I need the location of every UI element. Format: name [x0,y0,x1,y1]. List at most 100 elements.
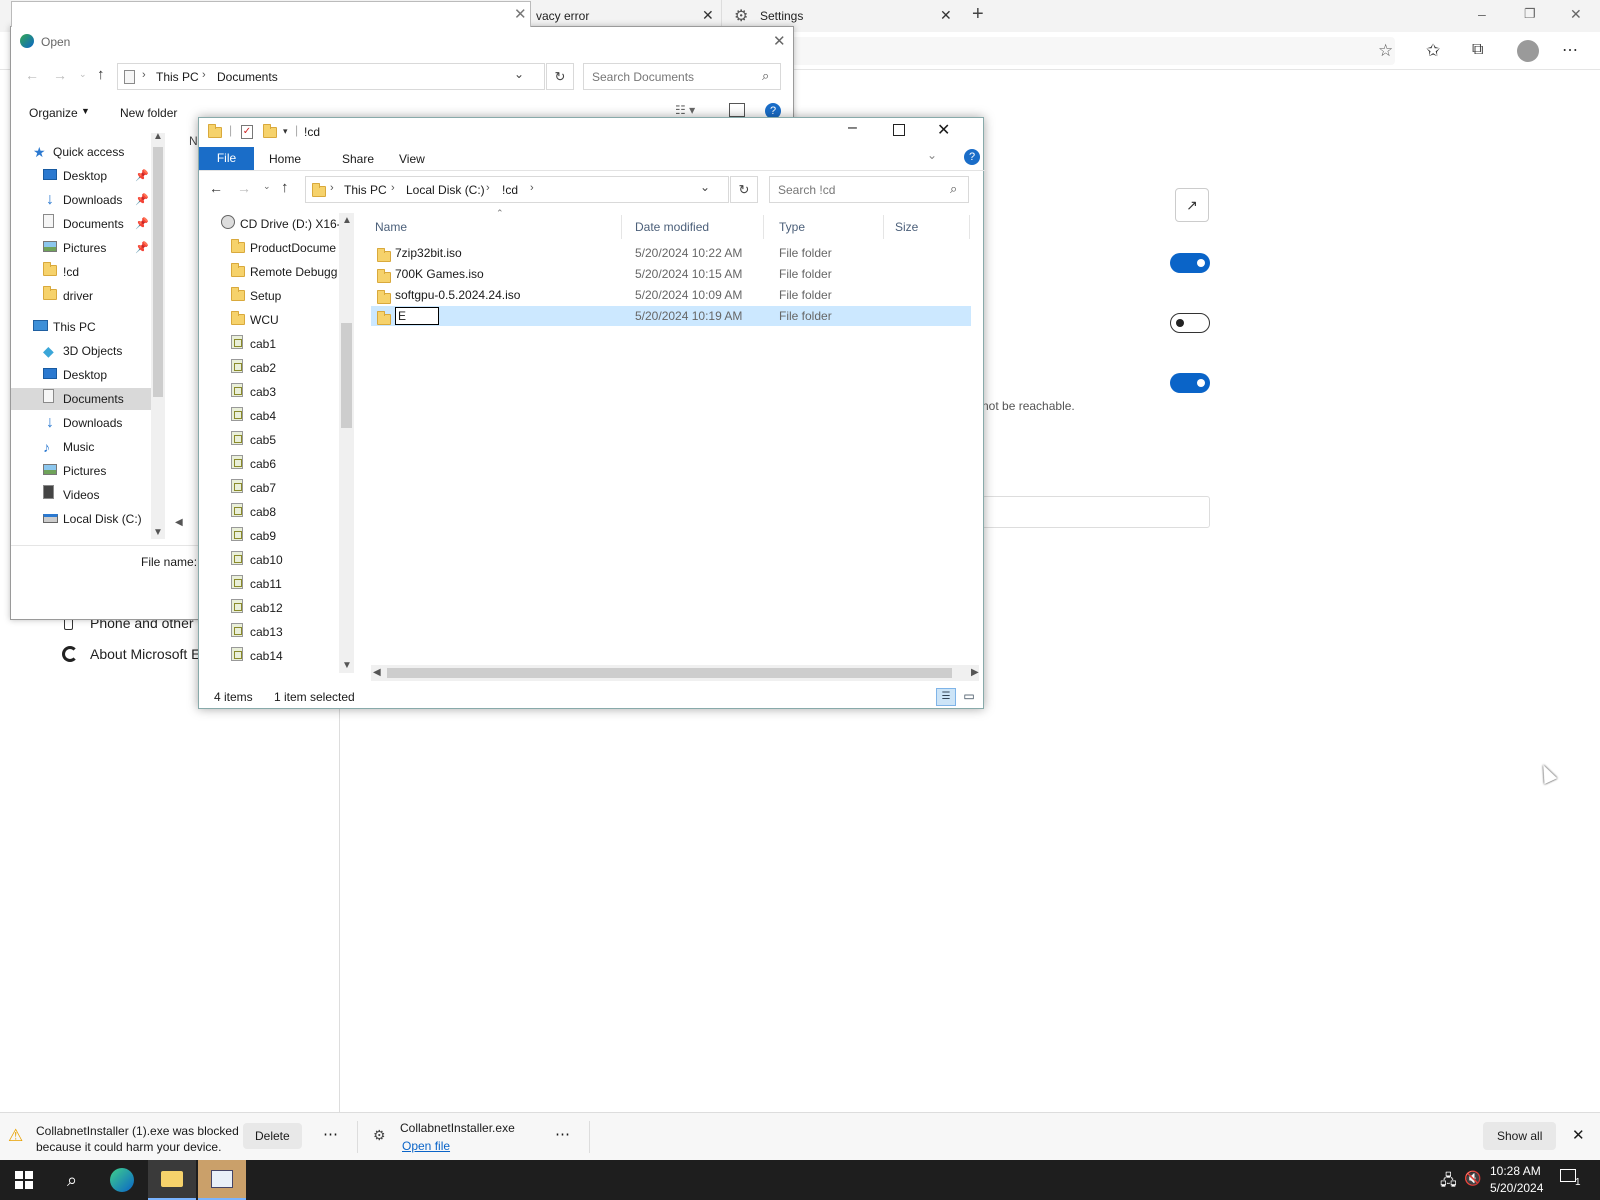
delete-download-button[interactable]: Delete [243,1123,302,1149]
file-row[interactable]: softgpu-0.5.2024.24.iso 5/20/2024 10:09 A… [371,285,971,305]
open-dialog-nav-scrollbar[interactable] [151,133,165,539]
explorer-refresh-button[interactable]: ↻ [730,176,758,203]
breadcrumb-this-pc[interactable]: This PC [344,183,387,197]
more-options-icon[interactable]: ⋯ [1562,40,1578,60]
address-dropdown-icon[interactable]: ⌄ [514,67,524,81]
control-panel-taskbar-button[interactable] [198,1160,246,1200]
column-header-name[interactable]: Name [375,220,407,234]
nav-item-documents[interactable]: Documents 📌 [11,213,151,235]
nav-item-3d-objects[interactable]: ◆ 3D Objects [11,340,151,362]
qat-dropdown-icon[interactable]: ▾ [283,126,288,137]
file-row[interactable]: 700K Games.iso 5/20/2024 10:15 AM File fol… [371,264,971,284]
explorer-maximize-button[interactable] [893,124,905,136]
file-row[interactable]: E 5/20/2024 10:19 AM File folder [371,306,971,326]
scrollbar-thumb[interactable] [387,668,952,678]
open-dialog-address-bar[interactable]: › This PC › Documents ⌄ [117,63,545,90]
tab-close-icon[interactable]: ✕ [702,7,714,24]
details-view-icon[interactable]: ☰ [936,688,956,706]
explorer-minimize-button[interactable]: – [848,119,857,137]
scroll-down-arrow-icon[interactable]: ▼ [153,527,163,538]
download-bar-close-icon[interactable]: ✕ [1572,1126,1585,1144]
toggle-switch-2[interactable] [1170,313,1210,333]
recent-chevron-icon[interactable]: ⌄ [79,69,87,80]
back-arrow-icon[interactable]: ← [209,180,223,196]
nav-item-desktop[interactable]: Desktop 📌 [11,165,151,187]
open-dialog-refresh-button[interactable]: ↻ [546,63,574,90]
nav-item-pictures[interactable]: Pictures [11,460,151,482]
tab-close-icon[interactable]: ✕ [940,7,952,24]
column-header-date[interactable]: Date modified [635,220,709,234]
ribbon-tab-share[interactable]: Share [342,152,374,166]
breadcrumb-documents[interactable]: Documents [217,70,278,84]
open-dialog-close-button[interactable]: ✕ [773,32,786,50]
ribbon-tab-view[interactable]: View [399,152,425,166]
nav-item-downloads[interactable]: ↓ Downloads [11,412,151,434]
notification-center-icon[interactable] [1560,1169,1576,1182]
nav-item-downloads[interactable]: ↓ Downloads 📌 [11,189,151,211]
rename-input[interactable]: E [395,307,439,325]
toggle-switch-3[interactable] [1170,373,1210,393]
large-icons-view-icon[interactable]: ▭ [960,688,978,706]
open-file-link[interactable]: Open file [402,1139,450,1153]
scroll-left-arrow-icon[interactable]: ◀ [175,517,183,528]
back-arrow-icon[interactable]: ← [25,67,39,83]
scroll-right-arrow-icon[interactable]: ▶ [971,667,979,678]
properties-icon[interactable]: ✓ [241,125,253,139]
open-external-icon[interactable]: ↗ [1175,188,1209,222]
ribbon-tab-file[interactable]: File [199,147,254,170]
nav-item-desktop[interactable]: Desktop [11,364,151,386]
open-dialog-search-input[interactable]: Search Documents ⌕ [583,63,781,90]
address-dropdown-icon[interactable]: ⌄ [700,180,710,194]
clock-date[interactable]: 5/20/2024 [1490,1181,1543,1195]
settings-input-box[interactable] [982,496,1210,528]
breadcrumb-cd[interactable]: !cd [502,183,518,197]
breadcrumb-this-pc[interactable]: This PC [156,70,199,84]
up-arrow-icon[interactable]: ↑ [97,66,105,83]
toggle-switch-1[interactable] [1170,253,1210,273]
tree-scrollbar[interactable] [339,213,354,673]
forward-arrow-icon[interactable]: → [53,67,67,83]
nav-item-quick-access[interactable]: ★ Quick access [11,141,151,163]
profile-avatar-icon[interactable] [1517,40,1539,62]
scrollbar-thumb[interactable] [153,147,163,397]
search-taskbar-button[interactable]: ⌕ [48,1160,96,1200]
download-more-button[interactable]: ⋯ [323,1125,338,1143]
explorer-close-button[interactable]: ✕ [937,120,950,140]
volume-muted-icon[interactable]: 🔇 [1464,1170,1481,1187]
ribbon-expand-icon[interactable]: ⌄ [927,148,937,162]
breadcrumb-local-disk[interactable]: Local Disk (C:) [406,183,485,197]
collections-icon[interactable]: ⧉ [1472,41,1483,59]
new-folder-icon[interactable] [263,124,277,138]
explorer-help-icon[interactable]: ? [964,149,980,165]
download-more-button[interactable]: ⋯ [555,1125,570,1143]
file-explorer-taskbar-button[interactable] [148,1160,196,1200]
recent-chevron-icon[interactable]: ⌄ [263,181,271,192]
scrollbar-thumb[interactable] [341,323,352,428]
file-row[interactable]: 7zip32bit.iso 5/20/2024 10:22 AM File fold… [371,243,971,263]
nav-item-local-disk-c-[interactable]: Local Disk (C:) [11,508,151,530]
scroll-down-arrow-icon[interactable]: ▼ [342,660,352,671]
nav-item-documents[interactable]: Documents [11,388,151,410]
start-button[interactable] [0,1160,48,1200]
new-tab-button[interactable]: + [972,3,984,26]
ribbon-tab-home[interactable]: Home [269,152,301,166]
nav-item-driver[interactable]: driver [11,285,151,307]
scroll-up-arrow-icon[interactable]: ▲ [153,131,163,142]
new-folder-button[interactable]: New folder [120,106,177,120]
browser-minimize-button[interactable]: – [1478,6,1486,22]
explorer-search-input[interactable]: Search !cd ⌕ [769,176,969,203]
up-arrow-icon[interactable]: ↑ [281,179,289,196]
favorites-icon[interactable]: ✩ [1426,41,1440,61]
nav-item-pictures[interactable]: Pictures 📌 [11,237,151,259]
prev-dialog-close-icon[interactable]: ✕ [514,5,527,23]
address-bar[interactable] [790,37,1395,65]
network-icon[interactable]: 🖧 [1440,1170,1457,1195]
view-options-icon[interactable]: ☷ ▾ [675,103,695,117]
browser-restore-button[interactable]: ❐ [1524,6,1536,22]
clock-time[interactable]: 10:28 AM [1490,1164,1541,1178]
scroll-up-arrow-icon[interactable]: ▲ [342,215,352,226]
edge-taskbar-button[interactable] [98,1160,146,1200]
forward-arrow-icon[interactable]: → [237,180,251,196]
nav-item-videos[interactable]: Videos [11,484,151,506]
browser-close-button[interactable]: ✕ [1570,6,1582,23]
